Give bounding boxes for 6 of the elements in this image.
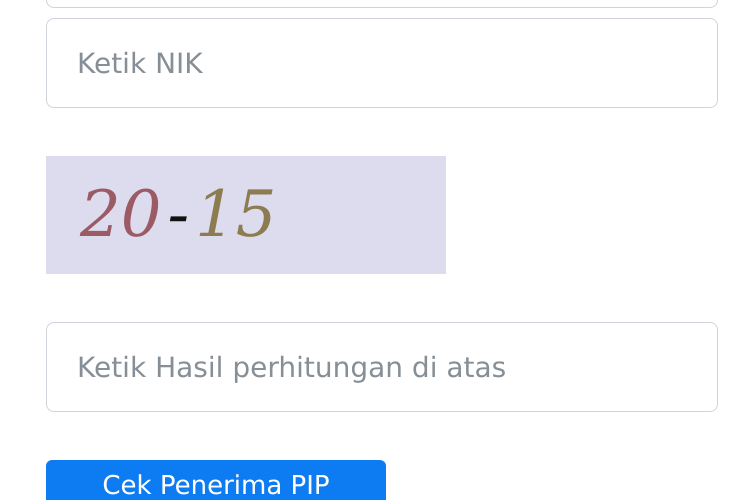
captcha-text: 15 bbox=[195, 183, 276, 247]
answer-input[interactable]: Ketik Hasil perhitungan di atas bbox=[46, 322, 718, 412]
captcha-text: - bbox=[167, 183, 190, 247]
captcha-text: 20 bbox=[80, 183, 162, 247]
submit-button[interactable]: Cek Penerima PIP bbox=[46, 460, 386, 500]
nik-input[interactable]: Ketik NIK bbox=[46, 18, 718, 108]
